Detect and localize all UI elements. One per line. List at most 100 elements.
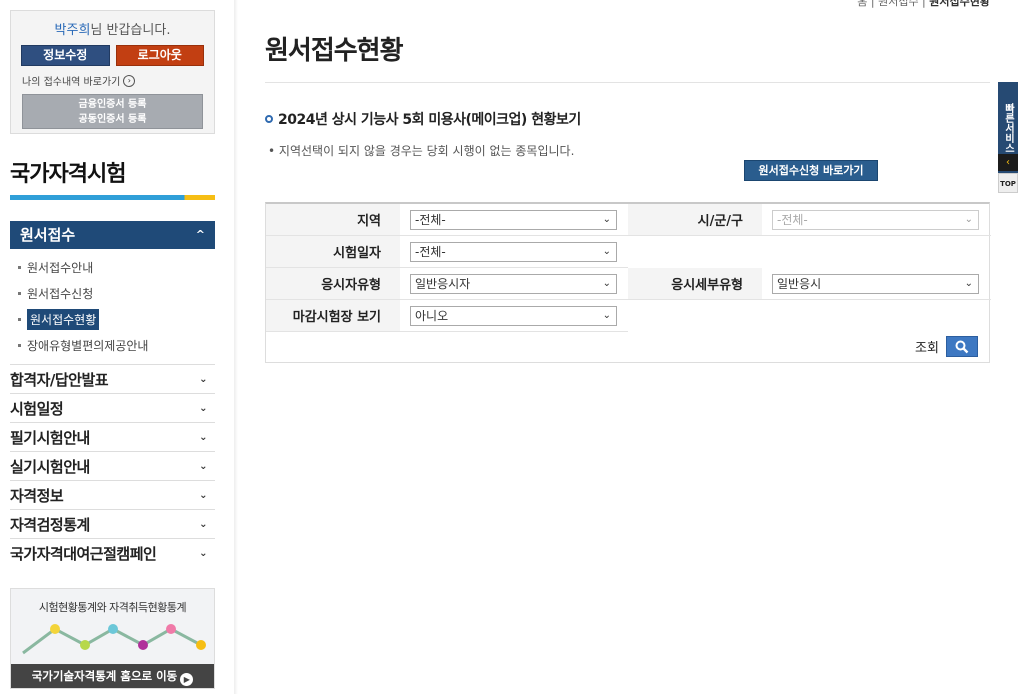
date-cell: -전체- ⌄ (400, 236, 628, 268)
menu-item[interactable]: 시험일정 ⌄ (10, 393, 215, 422)
user-name: 박주희 (54, 23, 91, 38)
date-value: -전체- (415, 245, 446, 259)
my-applications-link[interactable]: 나의 접수내역 바로가기 › (22, 73, 214, 88)
region-select[interactable]: -전체- ⌄ (410, 209, 617, 230)
chevron-down-icon: ⌄ (199, 547, 207, 559)
city-label: 시/군/구 (628, 204, 762, 236)
search-icon (955, 340, 969, 353)
search-form: 지역 -전체- ⌄ 시/군/구 -전체- ⌄ 시험일자 -전체- ⌄ 응시자유형 일반… (265, 202, 991, 363)
cert-line-1: 금융인증서 등록 (78, 99, 147, 110)
menu-item[interactable]: 국가자격대여근절캠페인 ⌄ (10, 538, 215, 567)
stats-link-label: 국가기술자격통계 홈으로 이동 (31, 669, 178, 683)
menu-item[interactable]: 실기시험안내 ⌄ (10, 451, 215, 480)
chevron-left-icon[interactable]: ‹ (998, 154, 1018, 171)
section-bar (10, 195, 215, 200)
menu-item-label: 자격검정통계 (10, 515, 90, 534)
menu-item-label: 필기시험안내 (10, 428, 90, 447)
search-button[interactable] (946, 336, 978, 357)
quick-apply-button[interactable]: 원서접수신청 바로가기 (744, 160, 878, 181)
chevron-down-icon: ⌄ (602, 278, 611, 289)
breadcrumb-home[interactable]: 홈 (857, 0, 867, 8)
my-applications-label: 나의 접수내역 바로가기 (22, 77, 121, 88)
breadcrumb-parent[interactable]: 원서접수 (878, 0, 918, 8)
menu-item-label: 국가자격대여근절캠페인 (10, 544, 157, 563)
notice-text: • 지역선택이 되지 않을 경우는 당회 시행이 없는 종목입니다. (268, 144, 575, 158)
title-divider (265, 82, 990, 83)
region-value: -전체- (415, 213, 446, 227)
stats-banner[interactable]: 시험현황통계와 자격취득현황통계 국가기술자격통계 홈으로 이동 ▶ (10, 588, 215, 689)
chevron-down-icon: ⌄ (602, 246, 611, 257)
menu-application-label: 원서접수 (20, 226, 76, 244)
page-title: 원서접수현황 (265, 36, 404, 66)
cert-register-button[interactable]: 금융인증서 등록공동인증서 등록 (22, 94, 203, 129)
section-title: 국가자격시험 (10, 162, 126, 187)
breadcrumb: 홈 | 원서접수 | 원서접수현황 (857, 0, 990, 9)
menu-item-label: 자격정보 (10, 486, 64, 505)
chevron-down-icon: ⌄ (199, 489, 207, 501)
menu-item-label: 실기시험안내 (10, 457, 90, 476)
menu-item-label: 합격자/답안발표 (10, 370, 109, 389)
stats-graph-icon (22, 624, 206, 655)
submenu-label: 원서접수신청 (27, 286, 94, 301)
date-select[interactable]: -전체- ⌄ (410, 241, 617, 262)
submenu-item[interactable]: 장애유형별편의제공안내 (18, 332, 148, 358)
region-cell: -전체- ⌄ (400, 204, 628, 236)
detail-type-select[interactable]: 일반응시 ⌄ (772, 273, 979, 294)
top-button[interactable]: TOP (998, 173, 1018, 193)
breadcrumb-current: 원서접수현황 (929, 0, 990, 8)
greeting-text: 님 반갑습니다. (90, 23, 171, 38)
detail-type-cell: 일반응시 ⌄ (762, 268, 991, 300)
chevron-down-icon: ⌄ (199, 518, 207, 530)
menu-item[interactable]: 자격검정통계 ⌄ (10, 509, 215, 538)
chevron-down-icon: ⌄ (602, 214, 611, 225)
stats-home-link[interactable]: 국가기술자격통계 홈으로 이동 ▶ (11, 664, 214, 688)
top-label: TOP (1000, 180, 1016, 188)
submenu-item[interactable]: 원서접수안내 (18, 254, 148, 280)
sidebar-shadow (234, 0, 238, 694)
notice-label: 지역선택이 되지 않을 경우는 당회 시행이 없는 종목입니다. (278, 144, 575, 158)
submenu-label: 장애유형별편의제공안내 (27, 338, 149, 353)
menu-item[interactable]: 필기시험안내 ⌄ (10, 422, 215, 451)
main-menu: 합격자/답안발표 ⌄ 시험일정 ⌄ 필기시험안내 ⌄ 실기시험안내 ⌄ 자격정보 ⌄ 자격… (10, 364, 215, 567)
applicant-type-select[interactable]: 일반응시자 ⌄ (410, 273, 617, 294)
chevron-up-icon: ^ (195, 228, 205, 241)
detail-type-label: 응시세부유형 (628, 268, 762, 300)
cert-line-2: 공동인증서 등록 (78, 114, 147, 125)
bullet-icon (18, 291, 21, 295)
closed-cell: 아니오 ⌄ (400, 300, 628, 332)
edit-info-button[interactable]: 정보수정 (21, 45, 110, 66)
submenu-label: 원서접수안내 (27, 260, 94, 275)
menu-item[interactable]: 자격정보 ⌄ (10, 480, 215, 509)
applicant-type-value: 일반응시자 (415, 277, 471, 291)
city-cell: -전체- ⌄ (762, 204, 991, 236)
sub-heading-text: 2024년 상시 기능사 5회 미용사(메이크업) 현황보기 (278, 112, 581, 128)
submenu: 원서접수안내 원서접수신청 원서접수현황 장애유형별편의제공안내 (18, 254, 148, 358)
closed-label: 마감시험장 보기 (266, 300, 400, 332)
closed-select[interactable]: 아니오 ⌄ (410, 305, 617, 326)
city-value: -전체- (777, 213, 808, 227)
closed-value: 아니오 (415, 309, 449, 323)
sub-heading: 2024년 상시 기능사 5회 미용사(메이크업) 현황보기 (265, 109, 581, 129)
menu-item[interactable]: 합격자/답안발표 ⌄ (10, 364, 215, 393)
ring-bullet-icon (265, 115, 273, 123)
login-box: 박주희님 반갑습니다. 정보수정 로그아웃 나의 접수내역 바로가기 › 금융인증… (10, 10, 215, 134)
submenu-item[interactable]: 원서접수신청 (18, 280, 148, 306)
region-label: 지역 (266, 204, 400, 236)
logout-button[interactable]: 로그아웃 (115, 45, 204, 66)
bullet-icon (18, 343, 21, 347)
chevron-down-icon: ⌄ (199, 373, 207, 385)
chevron-down-icon: ⌄ (964, 214, 973, 225)
menu-item-label: 시험일정 (10, 399, 64, 418)
submenu-item-selected[interactable]: 원서접수현황 (18, 306, 148, 332)
submenu-label: 원서접수현황 (27, 308, 100, 330)
arrow-right-icon: ▶ (180, 673, 194, 686)
detail-type-value: 일반응시 (777, 277, 822, 291)
chevron-down-icon: ⌄ (199, 402, 207, 414)
chevron-right-icon: › (123, 74, 136, 87)
applicant-type-label: 응시자유형 (266, 268, 400, 300)
chevron-down-icon: ⌄ (199, 460, 207, 472)
menu-application[interactable]: 원서접수 ^ (10, 221, 215, 249)
city-select[interactable]: -전체- ⌄ (772, 209, 979, 230)
stats-title: 시험현황통계와 자격취득현황통계 (38, 601, 187, 614)
bullet-icon (18, 265, 21, 269)
